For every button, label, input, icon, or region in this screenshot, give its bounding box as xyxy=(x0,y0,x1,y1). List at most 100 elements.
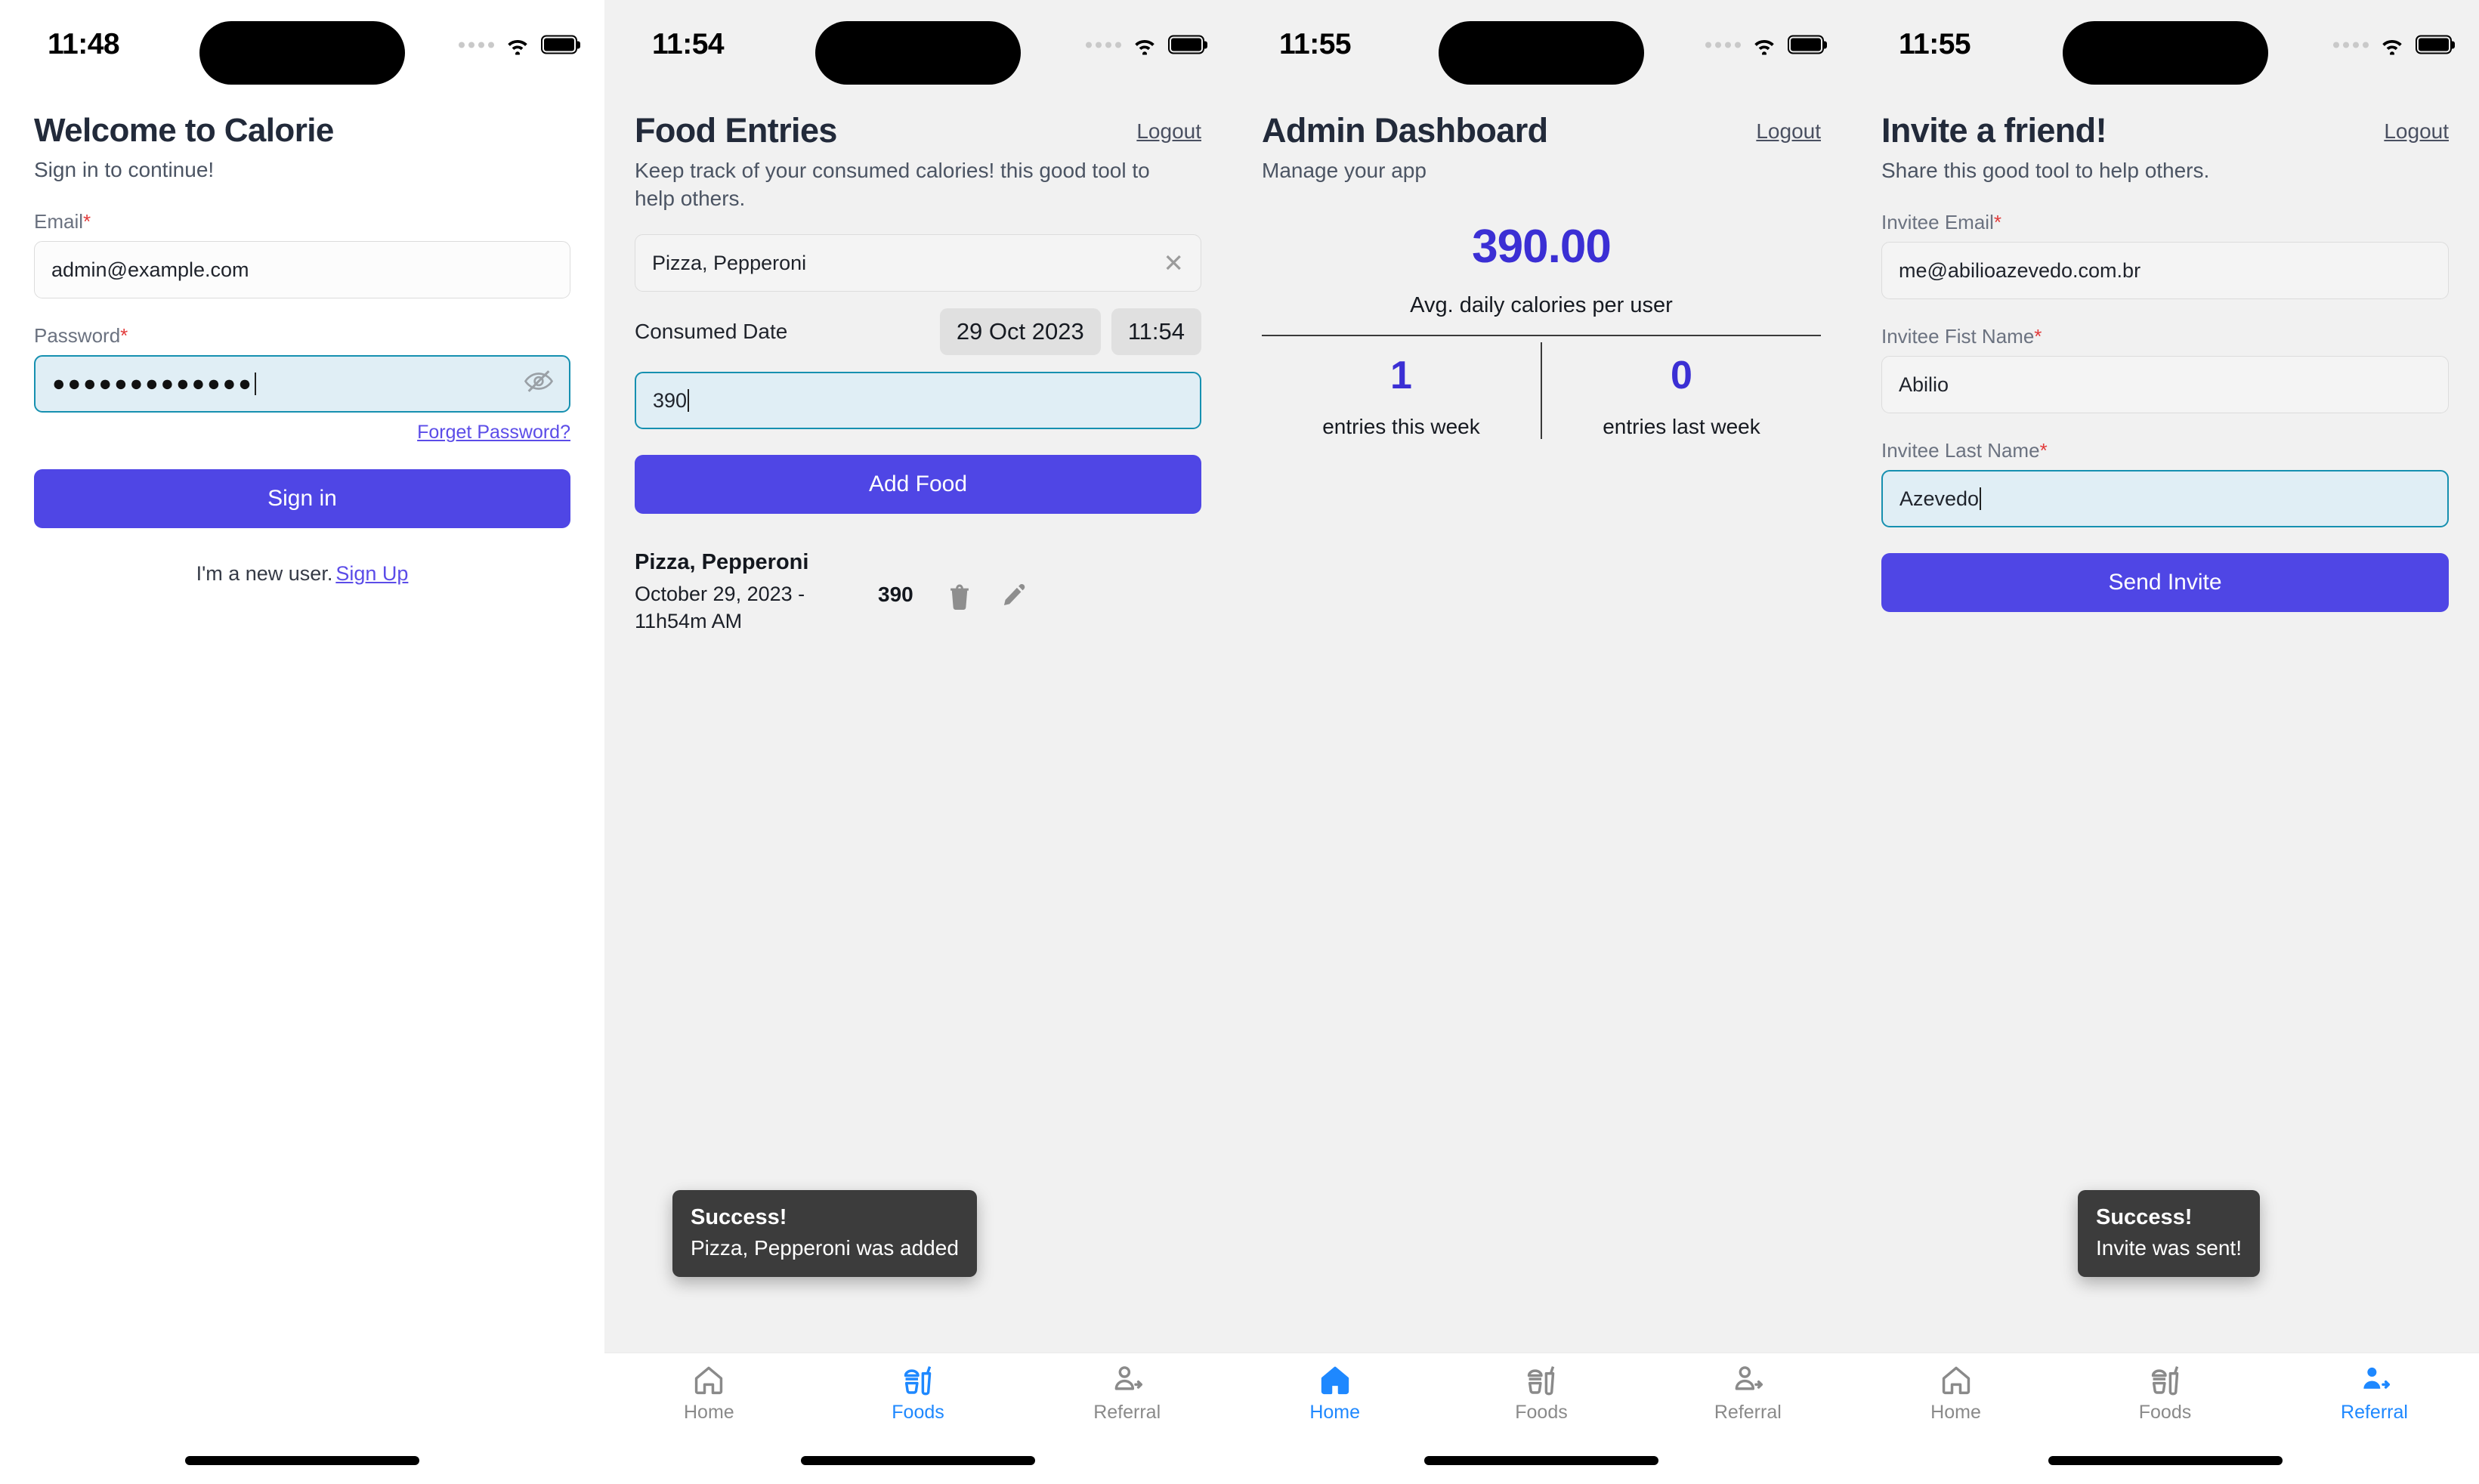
divider xyxy=(1262,335,1821,337)
stat-label: entries last week xyxy=(1603,414,1760,438)
home-indicator[interactable] xyxy=(1424,1456,1658,1465)
tab-referral[interactable]: Referral xyxy=(1645,1364,1851,1424)
tab-home[interactable]: Home xyxy=(1232,1364,1438,1424)
referral-header: Invite a friend! Logout xyxy=(1881,111,2449,150)
dynamic-island xyxy=(815,21,1021,85)
stat-value: 1 xyxy=(1390,354,1412,398)
page-title: Invite a friend! xyxy=(1881,111,2107,150)
status-time: 11:55 xyxy=(1279,28,1352,60)
phone-screen-foods: 11:54 Food Entries Logout Keep track of … xyxy=(604,0,1232,1484)
tab-label: Home xyxy=(1930,1402,1981,1423)
invitee-last-name-input[interactable]: Azevedo xyxy=(1881,470,2449,528)
referral-body: Invite a friend! Logout Share this good … xyxy=(1851,89,2479,1353)
tab-referral[interactable]: Referral xyxy=(2270,1364,2479,1424)
weekly-stats: 1 entries this week 0 entries last week xyxy=(1262,342,1821,439)
page-subtitle: Sign in to continue! xyxy=(34,158,215,182)
food-search-input[interactable]: Pizza, Pepperoni ✕ xyxy=(635,234,1201,292)
email-input[interactable]: admin@example.com xyxy=(34,241,570,299)
logout-link[interactable]: Logout xyxy=(1756,119,1821,144)
signal-dots-icon xyxy=(1086,42,1121,48)
tab-label: Home xyxy=(1309,1402,1360,1423)
battery-icon xyxy=(2416,35,2452,54)
tab-bar: Home Foods Referral xyxy=(604,1353,1232,1448)
tab-home[interactable]: Home xyxy=(604,1364,814,1424)
entry-name: Pizza, Pepperoni xyxy=(635,550,809,575)
signin-header: Welcome to Calorie xyxy=(34,112,570,149)
tab-label: Foods xyxy=(892,1402,944,1423)
calories-input[interactable]: 390 xyxy=(635,372,1201,430)
send-invite-button[interactable]: Send Invite xyxy=(1881,553,2449,613)
screenshot-strip: 11:48 Welcome to Calorie Sign in to cont… xyxy=(0,0,2479,1484)
eye-off-icon[interactable] xyxy=(524,370,554,398)
home-indicator[interactable] xyxy=(801,1456,1035,1465)
tab-foods[interactable]: Foods xyxy=(814,1364,1023,1424)
close-icon[interactable]: ✕ xyxy=(1163,251,1184,276)
admin-header: Admin Dashboard Logout xyxy=(1262,111,1821,150)
logout-link[interactable]: Logout xyxy=(1136,119,1201,144)
tab-foods[interactable]: Foods xyxy=(1438,1364,1644,1424)
signup-link[interactable]: Sign Up xyxy=(335,562,408,585)
time-picker-chip[interactable]: 11:54 xyxy=(1111,308,1201,356)
status-bar: 11:55 xyxy=(1232,0,1851,89)
food-entry-item[interactable]: Pizza, Pepperoni October 29, 2023 - 11h5… xyxy=(635,550,1201,635)
new-user-text: I'm a new user. xyxy=(196,562,333,586)
calories-input-value: 390 xyxy=(653,388,688,412)
email-label-text: Email xyxy=(34,210,84,233)
tab-home[interactable]: Home xyxy=(1851,1364,2060,1424)
date-picker-chip[interactable]: 29 Oct 2023 xyxy=(939,308,1101,356)
avg-calories-caption: Avg. daily calories per user xyxy=(1410,293,1673,318)
status-time: 11:54 xyxy=(652,28,725,60)
consumed-date-label: Consumed Date xyxy=(635,320,788,344)
tab-label: Referral xyxy=(1714,1402,1782,1423)
status-indicators xyxy=(2333,35,2452,55)
stat-label: entries this week xyxy=(1322,414,1480,438)
email-label: Email* xyxy=(34,210,570,233)
edit-icon[interactable] xyxy=(1001,583,1027,615)
page-subtitle: Keep track of your consumed calories! th… xyxy=(635,159,1150,211)
tab-label: Home xyxy=(683,1402,734,1423)
invitee-first-name-label-text: Invitee Fist Name xyxy=(1881,325,2035,348)
required-asterisk: * xyxy=(120,324,128,348)
tab-foods[interactable]: Foods xyxy=(2060,1364,2270,1424)
delete-icon[interactable] xyxy=(947,583,972,615)
add-food-button[interactable]: Add Food xyxy=(635,455,1201,515)
invitee-email-input[interactable]: me@abilioazevedo.com.br xyxy=(1881,242,2449,300)
home-indicator[interactable] xyxy=(2048,1456,2283,1465)
invitee-email-label-text: Invitee Email xyxy=(1881,211,1994,234)
invitee-first-name-value: Abilio xyxy=(1899,373,1949,396)
invitee-first-name-input[interactable]: Abilio xyxy=(1881,356,2449,414)
home-indicator-bar xyxy=(0,1448,604,1484)
page-subtitle: Share this good tool to help others. xyxy=(1881,159,2210,183)
toast-title: Success! xyxy=(691,1205,787,1229)
signal-dots-icon xyxy=(2333,42,2369,48)
status-indicators xyxy=(1086,35,1204,55)
email-input-value: admin@example.com xyxy=(51,258,249,281)
page-title: Food Entries xyxy=(635,111,837,150)
home-indicator[interactable] xyxy=(185,1456,419,1465)
status-bar: 11:54 xyxy=(604,0,1232,89)
home-indicator-bar xyxy=(1851,1448,2479,1484)
toast-message: Pizza, Pepperoni was added xyxy=(691,1236,959,1260)
entry-calories: 390 xyxy=(878,583,913,607)
status-indicators xyxy=(459,35,577,55)
tab-referral[interactable]: Referral xyxy=(1022,1364,1232,1424)
signin-button[interactable]: Sign in xyxy=(34,469,570,529)
tab-label: Foods xyxy=(1515,1402,1568,1423)
wifi-icon xyxy=(2379,35,2406,55)
admin-body: Admin Dashboard Logout Manage your app 3… xyxy=(1232,89,1851,1353)
forget-password-row: Forget Password? xyxy=(34,422,570,444)
phone-screen-admin: 11:55 Admin Dashboard Logout Manage your… xyxy=(1232,0,1851,1484)
toast-message: Invite was sent! xyxy=(2096,1236,2242,1260)
page-subtitle: Manage your app xyxy=(1262,159,1427,183)
password-input[interactable]: ●●●●●●●●●●●●● xyxy=(34,355,570,413)
signin-body: Welcome to Calorie Sign in to continue! … xyxy=(0,89,604,1353)
status-indicators xyxy=(1705,35,1824,55)
stat-value: 0 xyxy=(1671,354,1692,398)
entry-detail-row: October 29, 2023 - 11h54m AM 390 xyxy=(635,581,1201,635)
battery-icon xyxy=(1788,35,1824,54)
forget-password-link[interactable]: Forget Password? xyxy=(417,422,570,443)
logout-link[interactable]: Logout xyxy=(2384,119,2449,144)
toast-success: Success! Invite was sent! xyxy=(2078,1190,2260,1277)
status-time: 11:55 xyxy=(1899,28,1971,60)
password-label-text: Password xyxy=(34,324,121,348)
